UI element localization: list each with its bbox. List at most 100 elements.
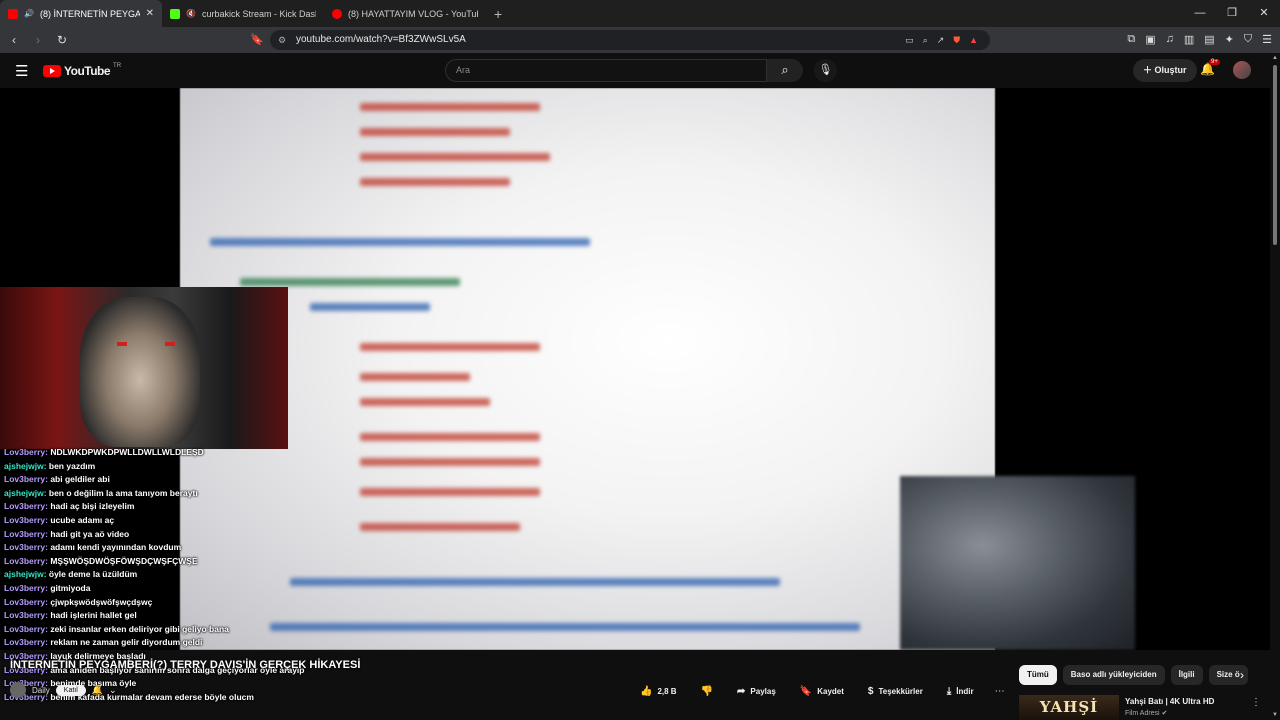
close-window-icon[interactable]: ✕ — [1248, 0, 1280, 27]
new-tab-button[interactable]: + — [494, 6, 502, 22]
browser-tab-1[interactable]: 🔊 (8) İNTERNETİN PEYGAMBERİ ✕ — [0, 0, 162, 27]
search-icon: ⌕ — [781, 62, 789, 77]
chat-username: Lov3berry — [4, 623, 46, 634]
rec-channel: Film Adresi ✔ — [1125, 710, 1168, 717]
chat-text: hadi git ya aö video — [50, 528, 130, 539]
kick-favicon-icon — [170, 8, 180, 19]
chat-username: Lov3berry — [4, 447, 46, 457]
recommended-video[interactable]: YAHŞİ BATI Yahşi Batı | 4K Ultra HD Film… — [1019, 695, 1261, 720]
scrollbar-thumb[interactable] — [1273, 65, 1277, 245]
forward-icon[interactable]: › — [28, 33, 48, 47]
chat-text: zeki insanlar erken deliriyor gibi geliy… — [50, 623, 229, 634]
join-button[interactable]: Katıl — [55, 684, 86, 696]
screenshot-icon[interactable]: ▣ — [1145, 33, 1155, 46]
like-button[interactable]: 👍 2,8 B — [632, 682, 685, 702]
chat-message: Lov3berry: reklam ne zaman gelir diyordu… — [4, 637, 203, 648]
reload-icon[interactable]: ↻ — [52, 33, 72, 47]
chat-username: Lov3berry — [4, 555, 46, 566]
cast-icon[interactable]: ▭ — [905, 30, 914, 50]
search-button[interactable]: ⌕ — [767, 59, 803, 82]
wallet-icon[interactable]: ▤ — [1204, 33, 1214, 46]
sidebar-icon[interactable]: ▥ — [1184, 33, 1194, 46]
zoom-icon[interactable]: ⌕ — [923, 30, 928, 50]
bell-subscribe-icon[interactable]: 🔔 — [92, 685, 103, 696]
restore-icon[interactable]: ❐ — [1216, 0, 1248, 27]
brave-rewards-icon[interactable]: ▲ — [969, 30, 978, 50]
chat-text: ben yazdım — [48, 460, 96, 471]
address-toolbar: ‹ › ↻ 🔖 ⚙ youtube.com/watch?v=Bf3ZWwSLv5… — [0, 27, 1280, 53]
chat-text: ben o değilim la ama tanıyom beraytı — [48, 487, 198, 498]
dislike-button[interactable]: 👎 — [693, 682, 721, 702]
close-tab-icon[interactable]: ✕ — [146, 8, 154, 19]
share-button[interactable]: ➦ Paylaş — [729, 682, 784, 702]
chat-text: ucube adamı aç — [50, 514, 115, 525]
chat-username: ajshejwjw — [4, 487, 44, 498]
url-text: youtube.com/watch?v=Bf3ZWwSLv5A — [296, 34, 466, 45]
channel-avatar[interactable] — [10, 682, 26, 698]
thanks-button[interactable]: $ Teşekkürler — [860, 682, 931, 702]
guide-menu-icon[interactable]: ☰ — [15, 62, 28, 80]
chat-username: Lov3berry — [4, 514, 46, 525]
logo-region: TR — [113, 63, 122, 69]
back-icon[interactable]: ‹ — [4, 33, 24, 47]
chip-all[interactable]: Tümü — [1019, 665, 1057, 685]
search-input[interactable]: Ara — [445, 59, 767, 82]
bookmark-icon[interactable]: 🔖 — [250, 33, 264, 46]
video-title: İNTERNETİN PEYGAMBERİ(?) TERRY DAVIS'İN … — [10, 659, 361, 671]
thumbs-up-icon: 👍 — [640, 686, 653, 697]
menu-icon[interactable]: ☰ — [1262, 33, 1272, 46]
chevron-down-icon[interactable]: ⌄ — [109, 685, 117, 696]
download-icon: ⤓ — [946, 686, 952, 697]
site-info-icon[interactable]: ⚙ — [278, 30, 286, 50]
download-button[interactable]: ⤓ İndir — [939, 682, 982, 702]
chat-text: hadi işlerini hallet gel — [50, 610, 137, 621]
chat-message: Lov3berry: abi geldiler abi — [4, 474, 110, 485]
extensions-icon[interactable]: ⧉ — [1127, 33, 1135, 46]
chat-message: Lov3berry: gitmiyoda — [4, 582, 91, 593]
chat-message: Lov3berry: adamı kendi yayınından kovdum — [4, 542, 182, 553]
tab-title: curbakick Stream - Kick Dashboard — [201, 8, 316, 19]
thanks-label: Teşekkürler — [878, 687, 923, 696]
leo-ai-icon[interactable]: ✦ — [1225, 33, 1234, 46]
brave-shield-icon[interactable]: ⛊ — [953, 30, 960, 50]
url-field[interactable]: ⚙ youtube.com/watch?v=Bf3ZWwSLv5A ▭ ⌕ ↗ … — [270, 30, 990, 50]
youtube-logo[interactable]: YouTube TR — [43, 63, 122, 78]
create-button[interactable]: ＋ Oluştur — [1133, 59, 1197, 82]
save-button[interactable]: 🔖 Kaydet — [792, 682, 852, 702]
share-page-icon[interactable]: ↗ — [937, 30, 945, 50]
browser-tab-3[interactable]: (8) HAYATTAYIM VLOG - YouTube — [324, 0, 486, 27]
chat-text: gitmiyoda — [50, 582, 91, 593]
chat-username: Lov3berry — [4, 542, 46, 553]
tab-title: (8) HAYATTAYIM VLOG - YouTube — [348, 8, 478, 19]
youtube-header: ☰ YouTube TR Ara ⌕ 🎙 ＋ Oluştur 🔔 9+ — [0, 53, 1280, 88]
window-controls: — ❐ ✕ — [1184, 0, 1280, 27]
minimize-icon[interactable]: — — [1184, 0, 1216, 27]
chip-related[interactable]: İlgili — [1170, 665, 1203, 685]
more-actions-icon[interactable]: ⋯ — [990, 682, 1010, 702]
chevron-right-icon[interactable]: › — [1240, 668, 1244, 682]
scroll-down-icon[interactable]: ▼ — [1272, 712, 1278, 718]
notification-badge: 9+ — [1209, 59, 1220, 65]
page-scrollbar[interactable]: ▲ ▼ — [1270, 53, 1280, 720]
vpn-icon[interactable]: ⛉ — [1244, 33, 1252, 46]
chat-text: adamı kendi yayınından kovdum — [50, 542, 182, 553]
chat-message: Lov3berry: hadi git ya aö video — [4, 528, 130, 539]
account-avatar[interactable] — [1233, 61, 1251, 79]
chat-username: Lov3berry — [4, 637, 46, 648]
video-actions: 👍 2,8 B 👎 ➦ Paylaş 🔖 Kaydet $ Teşekkürle… — [632, 682, 1010, 702]
download-label: İndir — [956, 687, 974, 696]
rec-menu-icon[interactable]: ⋮ — [1251, 697, 1261, 708]
channel-name[interactable]: Daily — [32, 686, 50, 695]
rec-thumbnail[interactable]: YAHŞİ BATI — [1019, 695, 1119, 720]
music-icon[interactable]: ♫ — [1166, 33, 1174, 46]
chip-from-uploader[interactable]: Baso adlı yükleyiciden — [1062, 665, 1165, 685]
rec-title[interactable]: Yahşi Batı | 4K Ultra HD — [1125, 697, 1214, 706]
voice-search-button[interactable]: 🎙 — [814, 59, 837, 82]
chat-message: Lov3berry: çjwpkşwödşwöfşwçdşwç — [4, 596, 153, 607]
chat-text: abi geldiler abi — [50, 474, 110, 485]
speaker-icon[interactable]: 🔊 — [24, 9, 34, 18]
browser-tab-2[interactable]: 🔇 curbakick Stream - Kick Dashboard — [162, 0, 324, 27]
scroll-up-icon[interactable]: ▲ — [1272, 55, 1278, 61]
chat-username: ajshejwjw — [4, 569, 44, 580]
mute-icon[interactable]: 🔇 — [186, 9, 196, 18]
